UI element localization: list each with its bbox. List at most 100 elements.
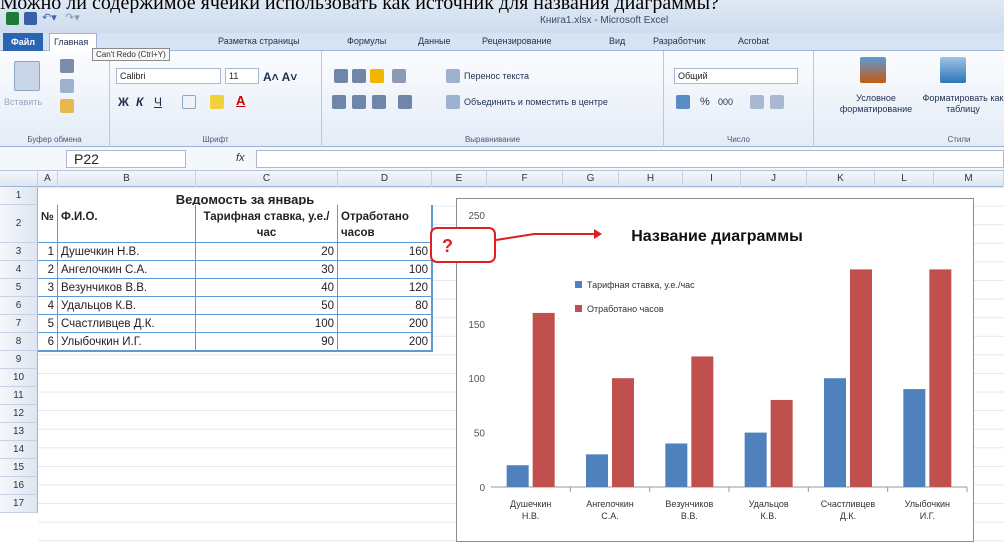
tab-formulas[interactable]: Формулы (347, 36, 386, 46)
cut-icon[interactable] (60, 59, 74, 73)
name-box[interactable]: P22 (66, 150, 186, 168)
borders-icon[interactable] (182, 95, 196, 109)
align-right-icon[interactable] (372, 95, 386, 109)
row-header[interactable]: 17 (0, 495, 38, 513)
bold-button[interactable]: Ж (118, 95, 129, 109)
col-header[interactable]: D (338, 171, 432, 187)
redo-icon[interactable]: ↷▾ (65, 12, 83, 25)
tab-page-layout[interactable]: Разметка страницы (218, 36, 300, 46)
row-header[interactable]: 14 (0, 441, 38, 459)
col-header[interactable]: C (196, 171, 338, 187)
row-header[interactable]: 12 (0, 405, 38, 423)
row-header[interactable]: 6 (0, 297, 38, 315)
format-table-button[interactable]: Форматировать как таблицу (918, 93, 1004, 115)
tab-file[interactable]: Файл (3, 33, 43, 51)
row-header[interactable]: 7 (0, 315, 38, 333)
table-cell[interactable]: 5 (38, 315, 58, 333)
indent-icon[interactable] (398, 95, 412, 109)
tab-home[interactable]: Главная (49, 33, 97, 51)
table-cell[interactable]: 100 (196, 315, 338, 333)
table-cell[interactable]: Удальцов К.В. (58, 297, 196, 315)
table-cell[interactable]: 120 (338, 279, 432, 297)
row-header[interactable]: 10 (0, 369, 38, 387)
table-cell[interactable]: Везунчиков В.В. (58, 279, 196, 297)
table-cell[interactable]: 6 (38, 333, 58, 351)
table-header-cell[interactable]: Тарифная ставка, у.е./час (196, 205, 338, 243)
col-header[interactable]: L (875, 171, 934, 187)
tab-developer[interactable]: Разработчик (653, 36, 705, 46)
table-header-cell[interactable]: № (38, 205, 58, 243)
col-header[interactable]: E (432, 171, 487, 187)
number-format-select[interactable]: Общий (674, 68, 798, 84)
increase-decimal-icon[interactable] (750, 95, 764, 109)
merge-center-button[interactable]: Объединить и поместить в центре (464, 97, 608, 107)
table-header-cell[interactable]: Отработано часов (338, 205, 432, 243)
col-header[interactable]: H (619, 171, 683, 187)
table-cell[interactable]: 80 (338, 297, 432, 315)
undo-icon[interactable]: ↶▾ (42, 12, 60, 25)
table-cell[interactable]: 2 (38, 261, 58, 279)
align-top-icon[interactable] (334, 69, 348, 83)
wrap-text-button[interactable]: Перенос текста (464, 71, 529, 81)
row-header[interactable]: 2 (0, 205, 38, 243)
table-cell[interactable]: 50 (196, 297, 338, 315)
col-header[interactable]: F (487, 171, 563, 187)
tab-data[interactable]: Данные (418, 36, 451, 46)
tab-view[interactable]: Вид (609, 36, 625, 46)
font-size-select[interactable]: 11 (225, 68, 259, 84)
col-header[interactable]: B (58, 171, 196, 187)
currency-icon[interactable] (676, 95, 690, 109)
row-header[interactable]: 5 (0, 279, 38, 297)
table-header-cell[interactable]: Ф.И.О. (58, 205, 196, 243)
row-header[interactable]: 15 (0, 459, 38, 477)
decrease-decimal-icon[interactable] (770, 95, 784, 109)
percent-button[interactable]: % (700, 96, 710, 108)
table-cell[interactable]: Счастливцев Д.К. (58, 315, 196, 333)
table-cell[interactable]: 100 (338, 261, 432, 279)
wrap-text-icon[interactable] (446, 69, 460, 83)
align-left-icon[interactable] (332, 95, 346, 109)
tab-acrobat[interactable]: Acrobat (738, 36, 769, 46)
table-cell[interactable]: 200 (338, 315, 432, 333)
format-table-icon[interactable] (940, 57, 966, 83)
conditional-format-icon[interactable] (860, 57, 886, 83)
row-header[interactable]: 9 (0, 351, 38, 369)
align-bottom-icon[interactable] (370, 69, 384, 83)
font-color-icon[interactable]: A (236, 93, 245, 108)
table-cell[interactable]: Душечкин Н.В. (58, 243, 196, 261)
grow-font-icon[interactable]: A˄ A˅ (263, 70, 297, 84)
col-header[interactable]: J (741, 171, 807, 187)
col-header[interactable]: K (807, 171, 875, 187)
table-cell[interactable]: Ангелочкин С.А. (58, 261, 196, 279)
thousands-button[interactable]: 000 (718, 97, 733, 107)
copy-icon[interactable] (60, 79, 74, 93)
table-cell[interactable]: 4 (38, 297, 58, 315)
row-header[interactable]: 16 (0, 477, 38, 495)
fx-icon[interactable]: fx (236, 152, 245, 164)
paste-label[interactable]: Вставить (4, 97, 42, 107)
table-cell[interactable]: 40 (196, 279, 338, 297)
row-header[interactable]: 4 (0, 261, 38, 279)
table-cell[interactable]: 160 (338, 243, 432, 261)
merge-center-icon[interactable] (446, 95, 460, 109)
table-cell[interactable]: 1 (38, 243, 58, 261)
align-middle-icon[interactable] (352, 69, 366, 83)
formula-input[interactable] (256, 150, 1004, 168)
align-center-icon[interactable] (352, 95, 366, 109)
save-icon[interactable] (24, 12, 37, 25)
table-cell[interactable]: 20 (196, 243, 338, 261)
row-header[interactable]: 1 (0, 187, 38, 205)
tab-review[interactable]: Рецензирование (482, 36, 552, 46)
font-name-select[interactable]: Calibri (116, 68, 221, 84)
table-cell[interactable]: 200 (338, 333, 432, 351)
italic-button[interactable]: К (136, 95, 143, 109)
fill-color-icon[interactable] (210, 95, 224, 109)
table-cell[interactable]: 3 (38, 279, 58, 297)
col-header[interactable]: G (563, 171, 619, 187)
col-header[interactable]: A (38, 171, 58, 187)
row-header[interactable]: 13 (0, 423, 38, 441)
select-all-corner[interactable] (0, 171, 38, 187)
table-cell[interactable]: 90 (196, 333, 338, 351)
conditional-format-button[interactable]: Условное форматирование (838, 93, 914, 115)
row-header[interactable]: 8 (0, 333, 38, 351)
